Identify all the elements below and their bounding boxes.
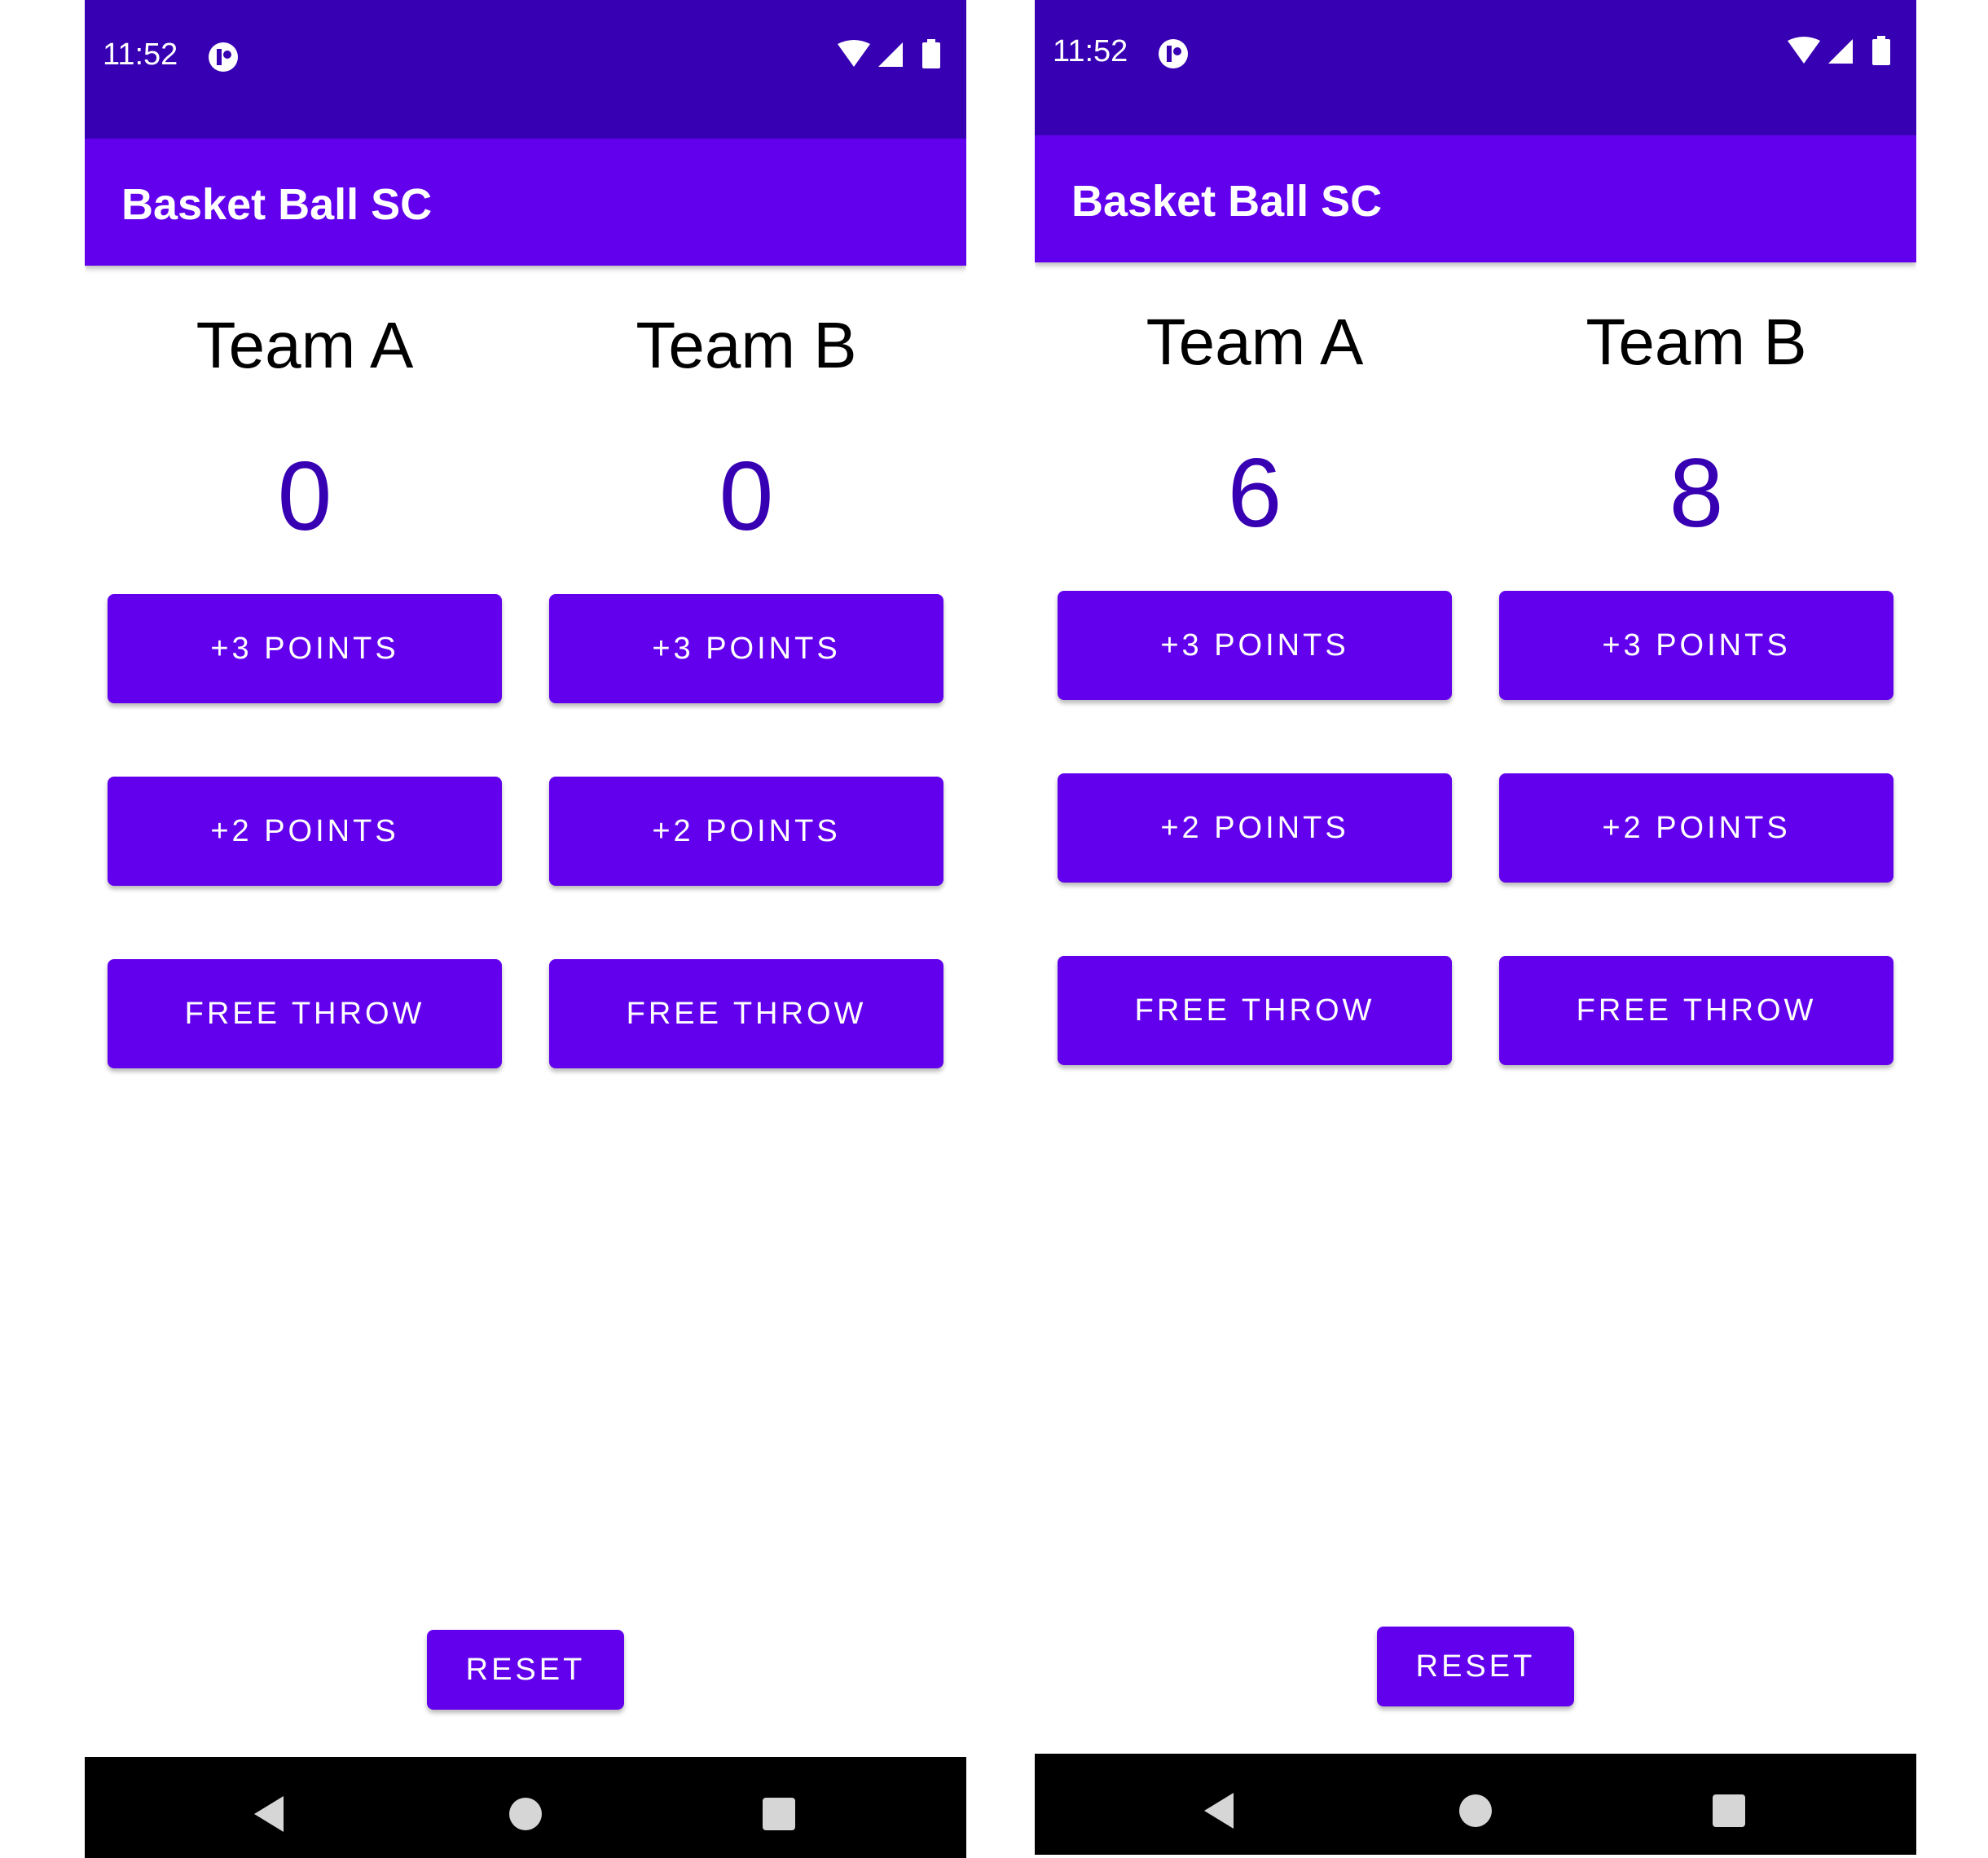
- team-b-score: 0: [719, 442, 774, 551]
- status-bar: 11:52: [1035, 0, 1916, 135]
- wifi-icon: [1788, 37, 1820, 64]
- team-b-plus2-button[interactable]: +2 POINTS: [549, 777, 943, 886]
- team-b-plus3-button[interactable]: +3 POINTS: [549, 594, 943, 703]
- back-icon[interactable]: [1186, 1778, 1251, 1843]
- team-b-label: Team B: [1586, 306, 1807, 378]
- team-a-plus2-button[interactable]: +2 POINTS: [108, 777, 502, 886]
- team-a-plus3-button[interactable]: +3 POINTS: [108, 594, 502, 703]
- team-a-free-throw-button[interactable]: FREE THROW: [1058, 956, 1452, 1065]
- status-bar: 11:52: [85, 0, 966, 139]
- app-title: Basket Ball SC: [121, 180, 433, 229]
- wifi-icon: [838, 40, 870, 67]
- navigation-bar: [1035, 1754, 1916, 1855]
- app-title: Basket Ball SC: [1071, 177, 1383, 226]
- team-a-score: 6: [1227, 438, 1282, 548]
- recents-icon[interactable]: [1696, 1778, 1761, 1843]
- team-a-plus2-button[interactable]: +2 POINTS: [1058, 773, 1452, 883]
- app-notification-icon: [1157, 37, 1190, 70]
- app-bar: Basket Ball SC: [1035, 135, 1916, 262]
- home-icon[interactable]: [493, 1781, 558, 1847]
- team-a-score: 0: [277, 442, 332, 551]
- team-a-label: Team A: [1146, 306, 1364, 378]
- team-a-free-throw-button[interactable]: FREE THROW: [108, 959, 502, 1068]
- phone-screen-scored: 11:52 Basket Ball SC Team A Team B 6 8 +…: [1035, 0, 1916, 1855]
- team-b-free-throw-button[interactable]: FREE THROW: [549, 959, 943, 1068]
- reset-button[interactable]: RESET: [1377, 1627, 1574, 1706]
- team-b-free-throw-button[interactable]: FREE THROW: [1499, 956, 1893, 1065]
- team-b-plus2-button[interactable]: +2 POINTS: [1499, 773, 1893, 883]
- status-time: 11:52: [1053, 34, 1128, 68]
- recents-icon[interactable]: [746, 1781, 811, 1847]
- app-bar: Basket Ball SC: [85, 139, 966, 266]
- status-icons: [836, 39, 950, 68]
- navigation-bar: [85, 1757, 966, 1858]
- battery-icon: [1872, 36, 1890, 65]
- app-notification-icon: [207, 41, 240, 73]
- phone-screen-initial: 11:52 Basket Ball SC Team A Team B 0 0 +…: [85, 0, 966, 1858]
- team-b-label: Team B: [636, 309, 857, 381]
- back-icon[interactable]: [236, 1781, 301, 1847]
- status-time: 11:52: [103, 37, 178, 72]
- battery-icon: [922, 39, 940, 68]
- home-icon[interactable]: [1443, 1778, 1508, 1843]
- cell-signal-icon: [1828, 39, 1853, 64]
- team-a-plus3-button[interactable]: +3 POINTS: [1058, 591, 1452, 700]
- reset-button[interactable]: RESET: [427, 1630, 624, 1710]
- cell-signal-icon: [878, 42, 903, 67]
- status-icons: [1786, 36, 1900, 65]
- team-b-score: 8: [1669, 438, 1724, 548]
- team-b-plus3-button[interactable]: +3 POINTS: [1499, 591, 1893, 700]
- team-a-label: Team A: [196, 309, 414, 381]
